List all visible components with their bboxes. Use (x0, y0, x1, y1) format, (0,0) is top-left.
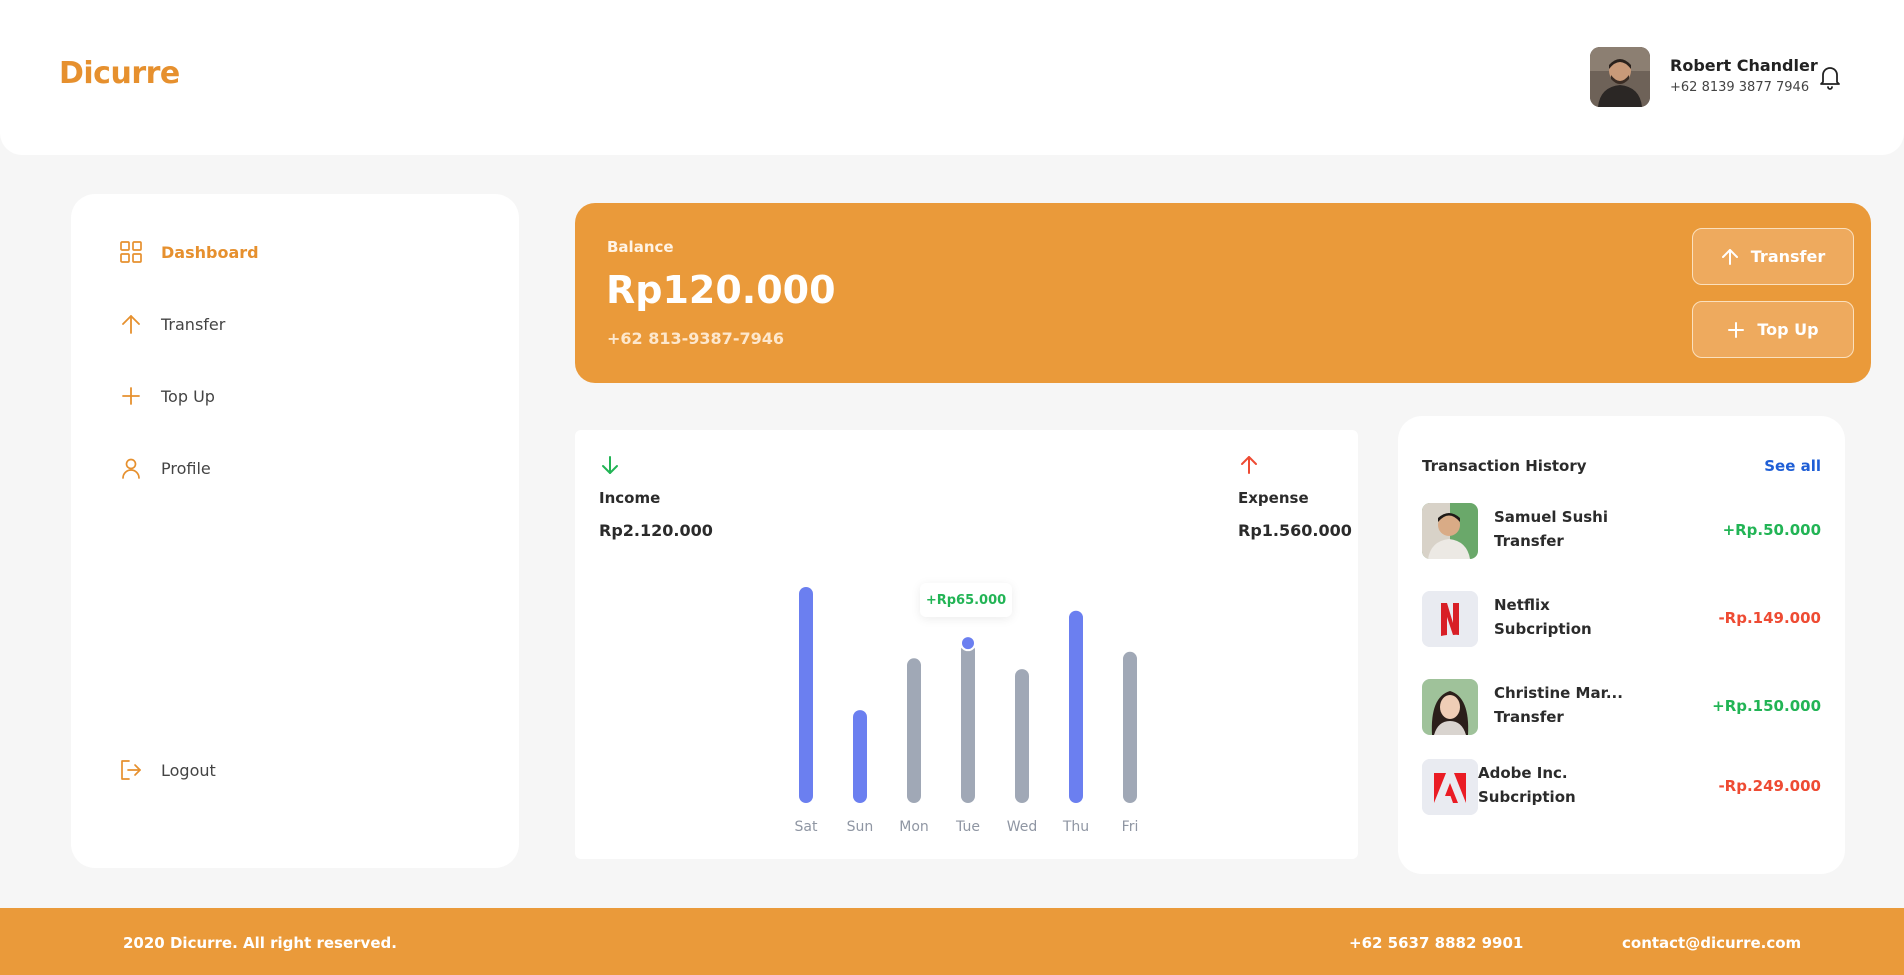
sidebar-item-dashboard[interactable]: Dashboard (119, 238, 259, 266)
balance-amount: Rp120.000 (606, 268, 836, 312)
user-phone: +62 8139 3877 7946 (1670, 80, 1810, 95)
balance-phone: +62 813-9387-7946 (607, 329, 784, 348)
transaction-row[interactable]: Adobe Inc. Subcription -Rp.249.000 (1422, 759, 1821, 815)
person-avatar (1422, 503, 1478, 559)
sidebar-item-transfer[interactable]: Transfer (119, 310, 225, 338)
footer-copyright: 2020 Dicurre. All right reserved. (123, 934, 397, 952)
chart-tick-label: Sat (795, 819, 818, 835)
transaction-row[interactable]: Christine Mar... Transfer +Rp.150.000 (1422, 679, 1821, 735)
weekly-bar-chart: Sat Sun Mon Tue Wed Thu Fri (795, 587, 1139, 835)
transaction-name: Adobe Inc. (1478, 764, 1568, 782)
transaction-name: Christine Mar... (1494, 684, 1623, 702)
user-name: Robert Chandler (1670, 56, 1818, 75)
chart-bar-sat[interactable] (799, 587, 813, 803)
sidebar-item-profile[interactable]: Profile (119, 454, 211, 482)
chart-bar-wed[interactable] (1015, 669, 1029, 803)
chart-bar-mon[interactable] (907, 658, 921, 803)
transaction-row[interactable]: Samuel Sushi Transfer +Rp.50.000 (1422, 503, 1821, 559)
person-avatar (1422, 679, 1478, 735)
top-up-button[interactable]: Top Up (1692, 301, 1854, 358)
transaction-type: Subcription (1478, 788, 1576, 806)
transaction-name: Samuel Sushi (1494, 508, 1609, 526)
top-header: Dicurre Robert Chandler +62 8139 3877 79… (0, 0, 1904, 155)
app-logo[interactable]: Dicurre (59, 56, 180, 91)
chart-point-tue (960, 635, 976, 652)
notification-bell-icon[interactable] (1818, 64, 1842, 90)
chart-bar-thu[interactable] (1069, 610, 1083, 803)
user-avatar[interactable] (1590, 47, 1650, 107)
sidebar-item-label: Profile (161, 458, 211, 478)
netflix-logo-icon (1422, 591, 1478, 647)
chart-tick-label: Thu (1062, 819, 1089, 835)
grid-icon (119, 240, 143, 264)
transaction-type: Transfer (1494, 708, 1564, 726)
transfer-button-label: Transfer (1750, 247, 1826, 266)
arrow-up-icon (119, 312, 143, 336)
chart-tick-label: Tue (955, 819, 980, 835)
plus-icon (1728, 321, 1745, 338)
arrow-up-icon (1721, 248, 1738, 265)
transaction-type: Transfer (1494, 532, 1564, 550)
chart-tooltip: +Rp65.000 (920, 583, 1012, 617)
footer-email[interactable]: contact@dicurre.com (1622, 934, 1801, 952)
sidebar-item-label: Dashboard (161, 242, 259, 262)
chart-tick-label: Sun (847, 819, 874, 835)
footer: 2020 Dicurre. All right reserved. +62 56… (0, 908, 1904, 975)
user-icon (119, 456, 143, 480)
footer-phone[interactable]: +62 5637 8882 9901 (1349, 934, 1523, 952)
transaction-history-card: Transaction History See all Samuel Sushi… (1398, 416, 1845, 874)
balance-card: Balance Rp120.000 +62 813-9387-7946 Tran… (575, 203, 1871, 383)
transaction-amount: +Rp.50.000 (1722, 521, 1821, 539)
sidebar: Dashboard Transfer Top Up Profile Logout (71, 194, 519, 868)
see-all-link[interactable]: See all (1764, 457, 1821, 475)
sidebar-item-label: Top Up (161, 386, 215, 406)
transaction-amount: -Rp.249.000 (1718, 777, 1821, 795)
transaction-amount: -Rp.149.000 (1718, 609, 1821, 627)
transaction-type: Subcription (1494, 620, 1592, 638)
sidebar-item-top-up[interactable]: Top Up (119, 382, 215, 410)
sidebar-item-label: Transfer (161, 314, 226, 334)
balance-label: Balance (607, 238, 674, 256)
transaction-amount: +Rp.150.000 (1712, 697, 1821, 715)
chart-tick-label: Wed (1007, 819, 1038, 835)
chart-bar-sun[interactable] (853, 710, 867, 803)
logout-icon (119, 758, 143, 782)
plus-icon (119, 384, 143, 408)
chart-bar-tue[interactable] (961, 643, 975, 803)
transaction-name: Netflix (1494, 596, 1550, 614)
top-up-button-label: Top Up (1757, 320, 1819, 339)
history-title: Transaction History (1422, 457, 1587, 475)
chart-bar-fri[interactable] (1123, 651, 1137, 803)
income-expense-card: Income Rp2.120.000 Expense Rp1.560.000 S… (575, 430, 1358, 859)
transfer-button[interactable]: Transfer (1692, 228, 1854, 285)
logout-label: Logout (161, 760, 216, 780)
adobe-logo-icon (1422, 759, 1478, 815)
chart-tick-label: Fri (1122, 819, 1139, 835)
chart-tick-label: Mon (899, 819, 929, 835)
transaction-row[interactable]: Netflix Subcription -Rp.149.000 (1422, 591, 1821, 647)
logout-button[interactable]: Logout (119, 756, 216, 784)
